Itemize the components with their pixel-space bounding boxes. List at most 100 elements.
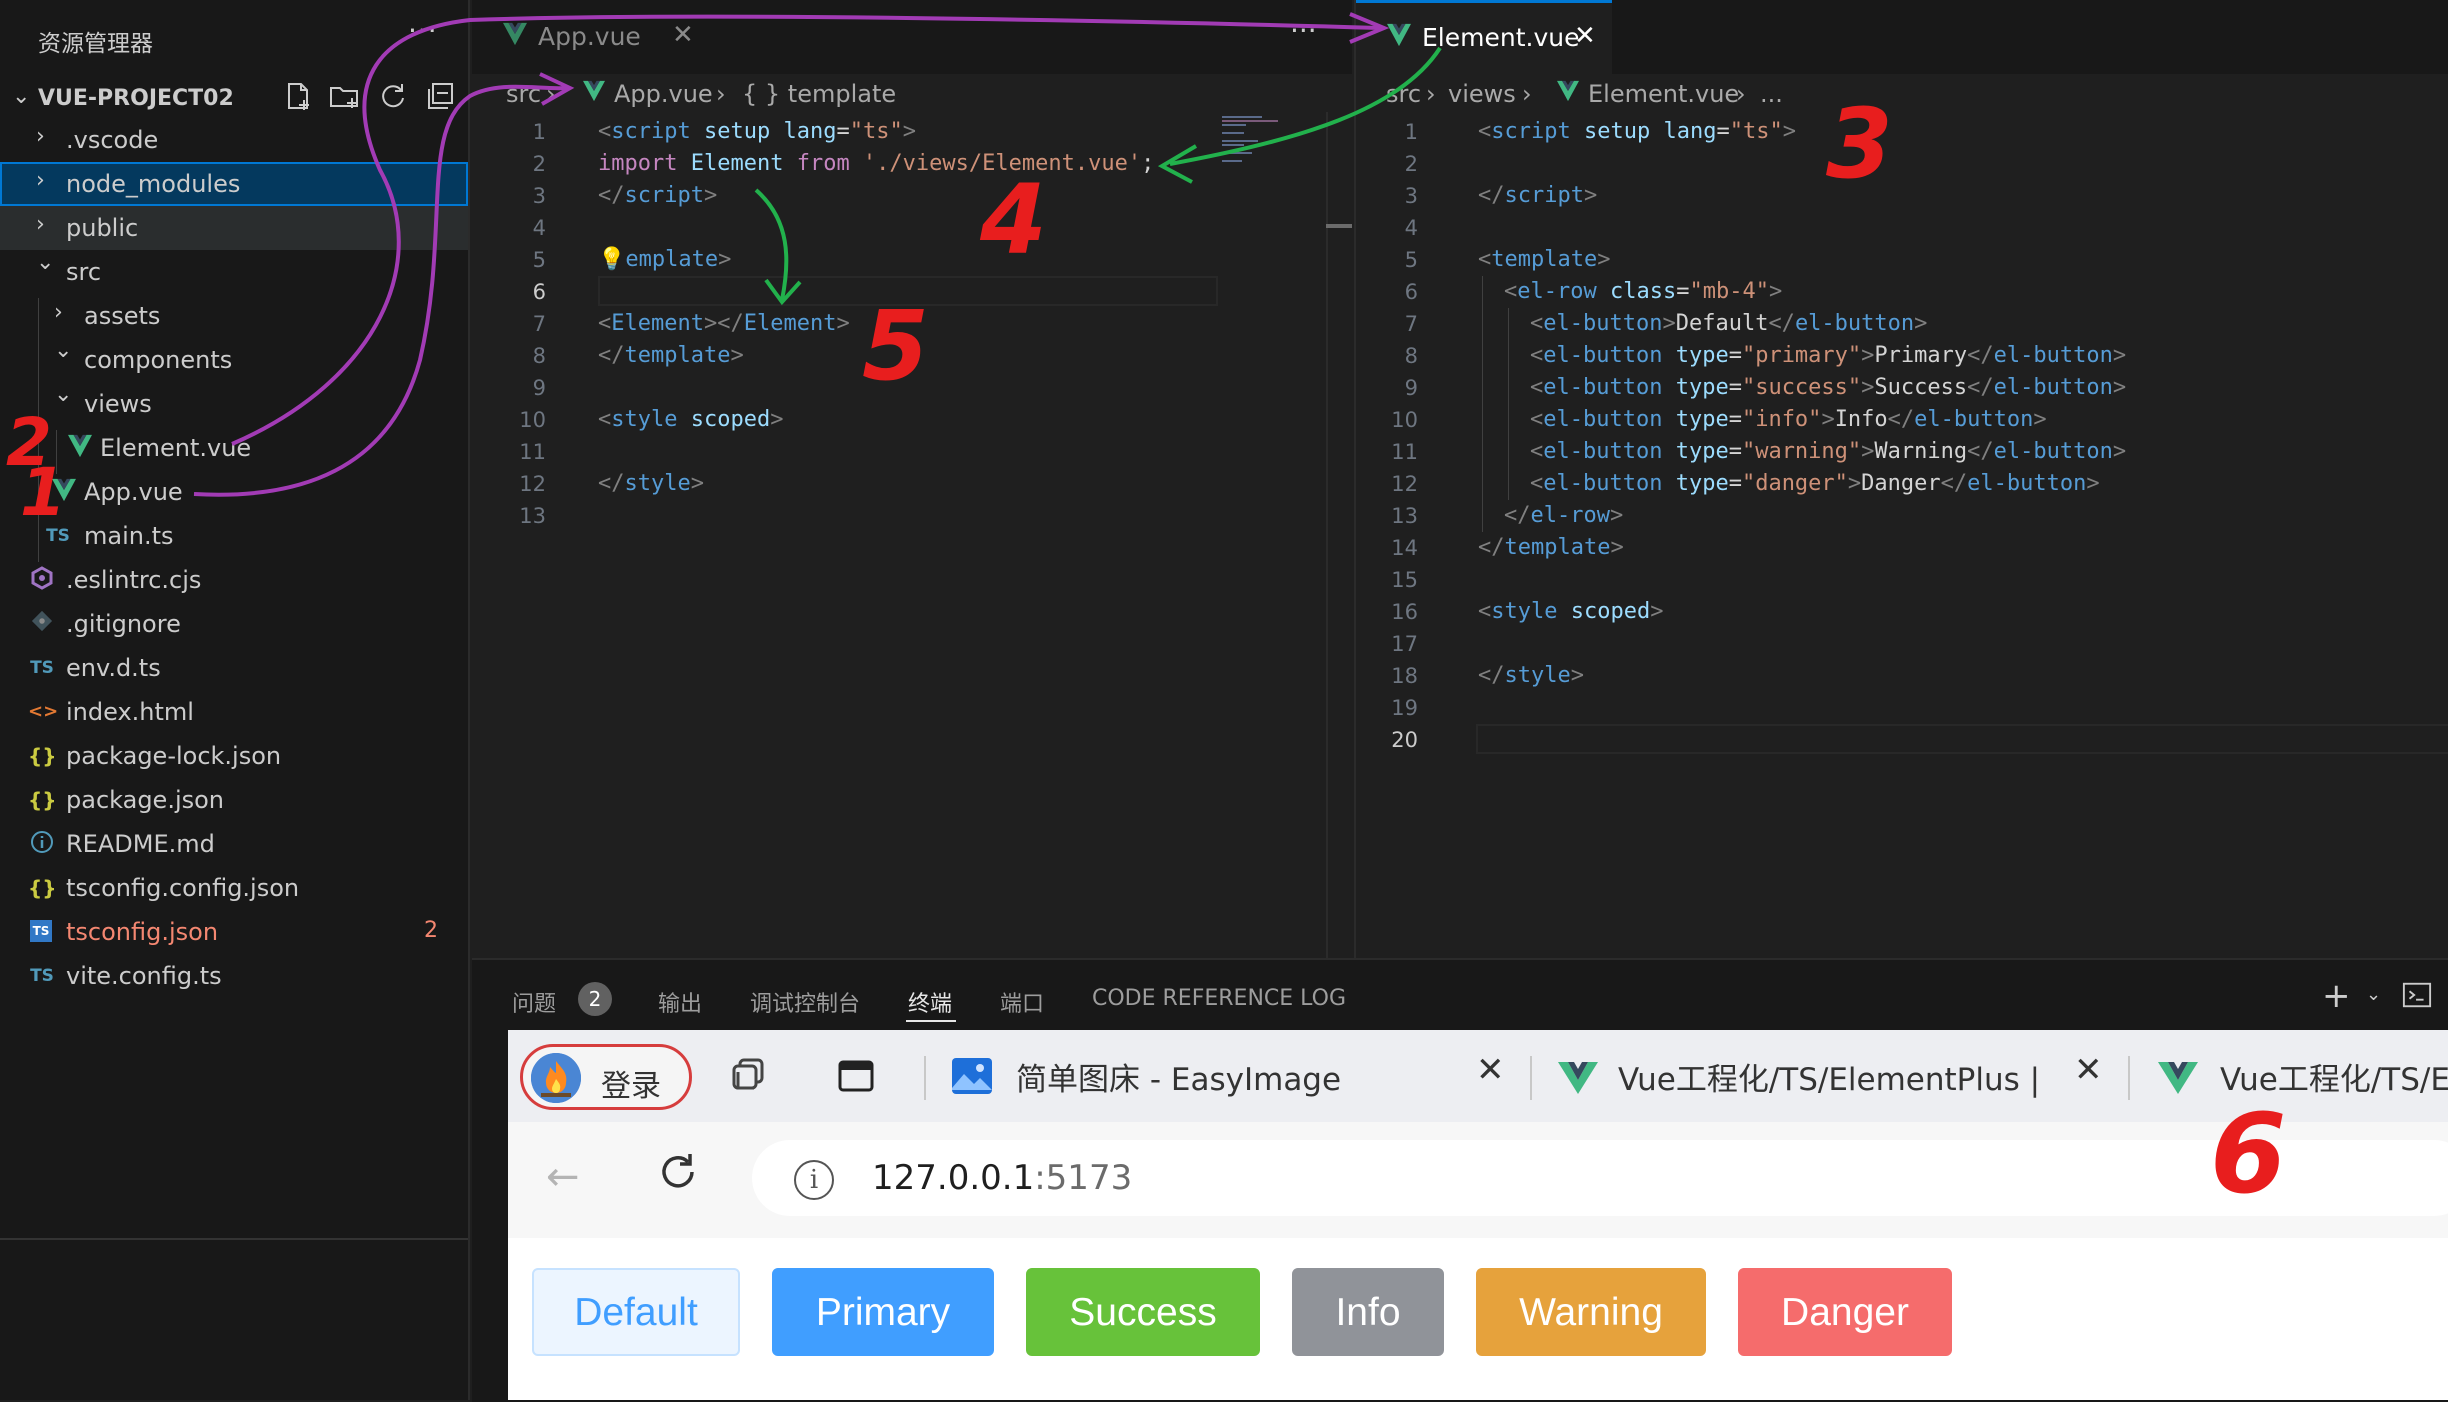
breadcrumb-item[interactable]: { } template — [742, 80, 896, 108]
tree-item-node-modules[interactable]: › node_modules — [0, 162, 468, 206]
breadcrumb-item[interactable]: src — [506, 80, 541, 108]
site-info-icon[interactable]: i — [794, 1160, 834, 1200]
minimap[interactable] — [1220, 112, 1300, 172]
code-line[interactable]: <Element></Element> — [598, 308, 850, 340]
tree-item-main-ts[interactable]: TS main.ts — [0, 514, 468, 558]
info-button[interactable]: Info — [1292, 1268, 1444, 1356]
tree-item-tsconfig-config[interactable]: {} tsconfig.config.json — [0, 866, 468, 910]
close-icon[interactable]: ✕ — [2074, 1050, 2103, 1090]
code-line[interactable]: </style> — [1478, 660, 1584, 692]
tree-item-label: vite.config.ts — [66, 962, 222, 990]
info-icon — [28, 830, 56, 858]
code-line[interactable]: </script> — [598, 180, 717, 212]
code-line[interactable]: <el-button type="primary">Primary</el-bu… — [1530, 340, 2126, 372]
add-terminal-icon[interactable]: + — [2322, 976, 2351, 1016]
tab-output[interactable]: 输出 — [658, 986, 702, 1018]
code-line[interactable]: <el-button type="info">Info</el-button> — [1530, 404, 2047, 436]
code-line[interactable]: </script> — [1478, 180, 1597, 212]
code-line[interactable]: </template> — [1478, 532, 1624, 564]
chevron-right-icon: › — [36, 168, 45, 193]
tab-code-reference-log[interactable]: CODE REFERENCE LOG — [1092, 986, 1346, 1011]
code-line[interactable]: <template> — [1478, 244, 1610, 276]
tab-element-vue[interactable]: Element.vue ✕ — [1356, 0, 1612, 74]
lightbulb-icon[interactable]: 💡 — [598, 247, 625, 272]
eslint-icon — [28, 566, 56, 594]
workspaces-icon[interactable] — [726, 1054, 770, 1098]
code-line[interactable]: <style scoped> — [1478, 596, 1663, 628]
tree-item-app-vue[interactable]: App.vue — [0, 470, 468, 514]
code-line[interactable]: <el-button>Default</el-button> — [1530, 308, 1927, 340]
code-line[interactable]: </style> — [598, 468, 704, 500]
tree-item-package-json[interactable]: {} package.json — [0, 778, 468, 822]
tree-item-package-lock[interactable]: {} package-lock.json — [0, 734, 468, 778]
code-line[interactable]: <el-button type="danger">Danger</el-butt… — [1530, 468, 2100, 500]
breadcrumb-item[interactable]: App.vue — [614, 80, 713, 108]
primary-button[interactable]: Primary — [772, 1268, 994, 1356]
tree-item-label: node_modules — [66, 170, 241, 198]
close-icon[interactable]: ✕ — [1574, 21, 1596, 51]
code-line[interactable]: 💡emplate> — [598, 244, 731, 276]
tree-item-gitignore[interactable]: .gitignore — [0, 602, 468, 646]
editor-tabbar: App.vue ✕ ··· — [472, 0, 1352, 74]
explorer-more-icon[interactable]: ··· — [408, 14, 438, 47]
breadcrumb-item[interactable]: views — [1448, 80, 1516, 108]
tab-app-vue[interactable]: App.vue ✕ — [472, 0, 714, 74]
code-line[interactable]: <el-button type="warning">Warning</el-bu… — [1530, 436, 2126, 468]
new-file-icon[interactable] — [282, 80, 318, 116]
terminal-icon[interactable] — [2402, 980, 2434, 1012]
chevron-right-icon: › — [546, 80, 556, 108]
address-bar[interactable]: i 127.0.0.1:5173 — [752, 1140, 2448, 1216]
tree-item-env-d-ts[interactable]: TS env.d.ts — [0, 646, 468, 690]
tree-item-label: README.md — [66, 830, 215, 858]
more-actions-icon[interactable]: ··· — [1290, 14, 1317, 47]
reload-icon[interactable] — [654, 1148, 702, 1196]
tab-ports[interactable]: 端口 — [1000, 986, 1044, 1018]
tree-item-tsconfig-json[interactable]: TS tsconfig.json 2 — [0, 910, 468, 954]
danger-button[interactable]: Danger — [1738, 1268, 1952, 1356]
tree-item-label: .eslintrc.cjs — [66, 566, 202, 594]
tab-debug-console[interactable]: 调试控制台 — [750, 986, 860, 1018]
tree-item-vite-config[interactable]: TS vite.config.ts — [0, 954, 468, 998]
tab-problems[interactable]: 问题 — [512, 986, 556, 1018]
chevron-down-icon[interactable]: ⌄ — [2366, 984, 2381, 1005]
tree-item-vscode[interactable]: › .vscode — [0, 118, 468, 162]
tab-actions-icon[interactable] — [834, 1054, 878, 1098]
code-line[interactable]: <script setup lang="ts"> — [598, 116, 916, 148]
code-line[interactable]: </el-row> — [1504, 500, 1623, 532]
code-line[interactable]: import Element from './views/Element.vue… — [598, 148, 1154, 180]
breadcrumb-item[interactable]: Element.vue — [1588, 80, 1739, 108]
warning-button[interactable]: Warning — [1476, 1268, 1706, 1356]
project-root-row[interactable]: ⌄ VUE-PROJECT02 — [0, 78, 468, 122]
line-number: 4 — [532, 216, 546, 240]
tree-item-src[interactable]: ⌄ src — [0, 250, 468, 294]
breadcrumb-item[interactable]: src — [1386, 80, 1421, 108]
tree-item-index-html[interactable]: <> index.html — [0, 690, 468, 734]
success-button[interactable]: Success — [1026, 1268, 1260, 1356]
new-folder-icon[interactable] — [328, 80, 364, 116]
scrollbar-thumb[interactable] — [1326, 224, 1352, 228]
code-line[interactable]: <style scoped> — [598, 404, 783, 436]
breadcrumb: src › App.vue › { } template — [472, 76, 1352, 116]
tree-item-eslintrc[interactable]: .eslintrc.cjs — [0, 558, 468, 602]
tree-item-views[interactable]: ⌄ views — [0, 382, 468, 426]
profile-button[interactable]: 登录 — [520, 1044, 692, 1110]
close-icon[interactable]: ✕ — [1476, 1050, 1505, 1090]
code-line[interactable]: <el-row class="mb-4"> — [1504, 276, 1782, 308]
back-button[interactable]: ← — [546, 1154, 580, 1200]
breadcrumb-item[interactable]: ... — [1760, 80, 1783, 108]
collapse-all-icon[interactable] — [424, 80, 460, 116]
code-line[interactable]: <script setup lang="ts"> — [1478, 116, 1796, 148]
code-line[interactable]: </template> — [598, 340, 744, 372]
tree-item-components[interactable]: ⌄ components — [0, 338, 468, 382]
tree-item-element-vue[interactable]: Element.vue — [0, 426, 468, 470]
refresh-icon[interactable] — [376, 80, 412, 116]
tab-terminal[interactable]: 终端 — [908, 986, 952, 1018]
chevron-down-icon: ⌄ — [36, 250, 55, 275]
tree-item-public[interactable]: › public — [0, 206, 468, 250]
line-number: 10 — [1391, 408, 1418, 432]
code-line[interactable]: <el-button type="success">Success</el-bu… — [1530, 372, 2126, 404]
tree-item-assets[interactable]: › assets — [0, 294, 468, 338]
close-icon[interactable]: ✕ — [672, 20, 694, 50]
default-button[interactable]: Default — [532, 1268, 740, 1356]
tree-item-readme[interactable]: README.md — [0, 822, 468, 866]
